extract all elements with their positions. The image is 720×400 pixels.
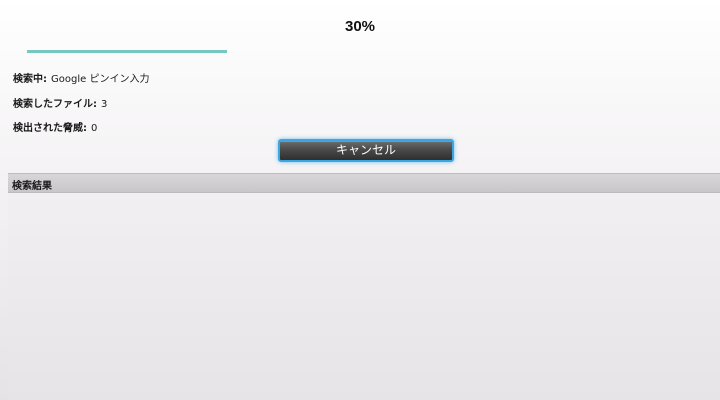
scanning-item-line: 検索中: Google ピンイン入力: [13, 70, 149, 85]
cancel-button[interactable]: キャンセル: [278, 139, 454, 162]
results-list[interactable]: [8, 193, 720, 400]
progress-bar-fill: [27, 50, 227, 53]
detected-threats-count: 0: [91, 123, 98, 134]
results-title: 検索結果: [12, 181, 52, 192]
results-header: 検索結果: [8, 173, 720, 193]
scanned-files-label: 検索したファイル:: [13, 99, 97, 110]
detected-threats-label: 検出された脅威:: [13, 123, 87, 134]
progress-percent: 30%: [344, 18, 376, 35]
scanned-files-count: 3: [101, 99, 108, 110]
detected-threats-line: 検出された脅威: 0: [13, 119, 97, 134]
scanning-item-label: 検索中:: [13, 74, 47, 85]
scan-panel: 30% 検索中: Google ピンイン入力 検索したファイル: 3 検出された脅威…: [0, 0, 720, 172]
scanned-files-line: 検索したファイル: 3: [13, 95, 107, 110]
scanning-item-value: Google ピンイン入力: [51, 74, 150, 85]
progress-bar: [27, 50, 692, 53]
